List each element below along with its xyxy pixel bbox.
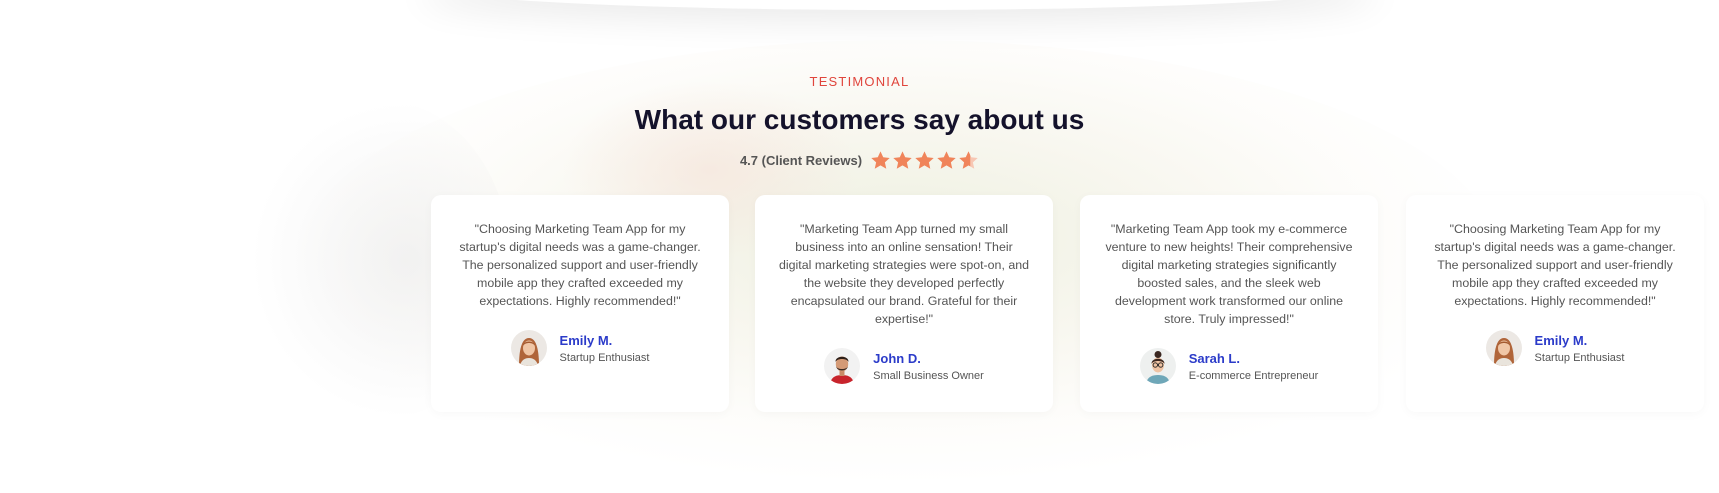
woman-glasses-avatar-icon xyxy=(1139,348,1176,384)
testimonial-section: TESTIMONIAL What our customers say about… xyxy=(0,0,1719,493)
author-info: Emily M. Startup Enthusiast xyxy=(1535,333,1625,364)
testimonial-quote: "Choosing Marketing Team App for my star… xyxy=(1434,222,1676,308)
author-role: Startup Enthusiast xyxy=(1534,351,1625,364)
star-icon xyxy=(893,151,912,169)
testimonial-author: Emily M. Startup Enthusiast xyxy=(1406,330,1704,366)
half-star-icon xyxy=(959,151,978,169)
testimonial-author: Emily M. Startup Enthusiast xyxy=(431,330,729,366)
testimonial-author: Sarah L. E-commerce Entrepreneur xyxy=(1080,348,1378,384)
testimonial-card: "Marketing Team App turned my small busi… xyxy=(755,195,1053,412)
author-name: Emily M. xyxy=(1534,332,1588,348)
author-info: Emily M. Startup Enthusiast xyxy=(560,333,650,364)
author-name: Emily M. xyxy=(559,332,613,348)
testimonial-card: "Choosing Marketing Team App for my star… xyxy=(1406,195,1704,412)
author-name: John D. xyxy=(873,350,921,366)
woman-avatar-icon xyxy=(1485,330,1522,366)
section-eyebrow: TESTIMONIAL xyxy=(809,74,910,89)
section-title: What our customers say about us xyxy=(634,104,1085,135)
author-info: John D. Small Business Owner xyxy=(873,351,984,382)
author-role: Small Business Owner xyxy=(873,369,984,382)
woman-avatar-icon xyxy=(510,330,547,366)
rating-text: 4.7 (Client Reviews) xyxy=(739,153,863,168)
star-icon xyxy=(937,151,956,169)
testimonial-author: John D. Small Business Owner xyxy=(755,348,1053,384)
author-role: Startup Enthusiast xyxy=(559,351,650,364)
rating-summary: 4.7 (Client Reviews) xyxy=(0,150,1719,171)
testimonial-quote: "Choosing Marketing Team App for my star… xyxy=(459,222,701,308)
author-info: Sarah L. E-commerce Entrepreneur xyxy=(1189,351,1319,382)
testimonial-card: "Choosing Marketing Team App for my star… xyxy=(431,195,729,412)
man-avatar-icon xyxy=(824,348,861,384)
star-icon xyxy=(871,151,890,169)
author-role: E-commerce Entrepreneur xyxy=(1188,369,1319,382)
rating-stars xyxy=(870,150,979,171)
star-icon xyxy=(915,151,934,169)
author-name: Sarah L. xyxy=(1188,350,1240,366)
testimonial-card: "Marketing Team App took my e-commerce v… xyxy=(1080,195,1378,412)
previous-section-shadow xyxy=(420,0,1380,10)
testimonial-quote: "Marketing Team App turned my small busi… xyxy=(779,222,1030,326)
testimonial-quote: "Marketing Team App took my e-commerce v… xyxy=(1105,222,1353,326)
